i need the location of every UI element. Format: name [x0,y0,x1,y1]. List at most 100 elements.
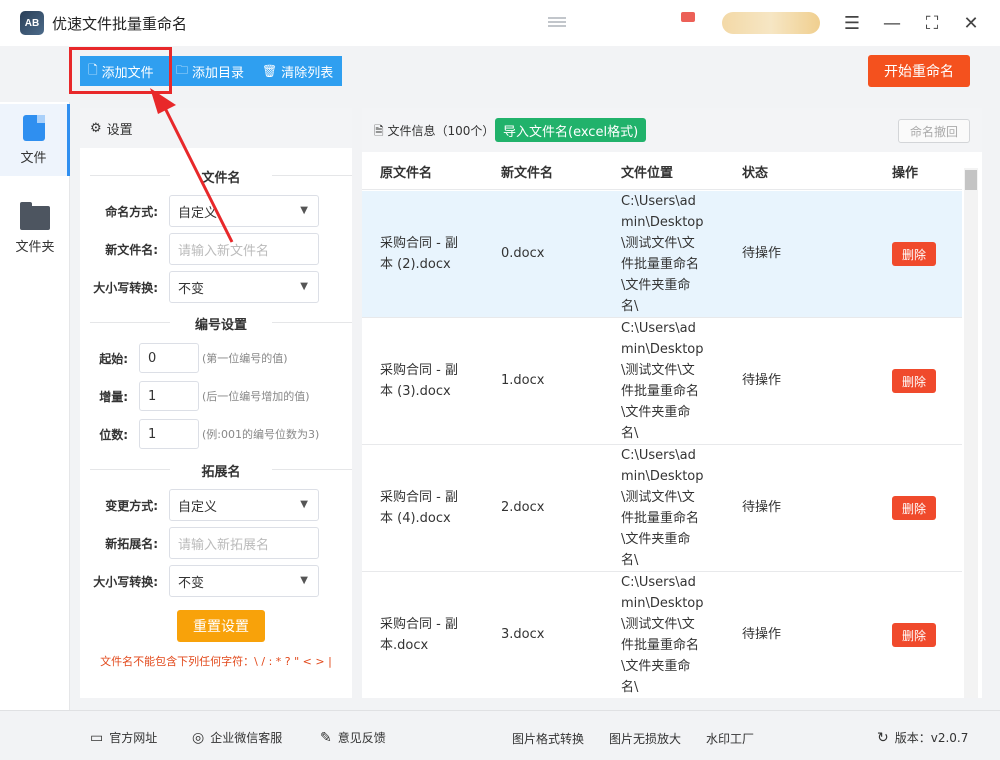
settings-title: 设置 [106,122,133,138]
naming-mode-value: 自定义 [178,205,218,221]
original-name-line: 采购合同 - 副 [380,490,458,505]
minimize-icon[interactable]: — [878,9,906,37]
original-name-line: 采购合同 - 副 [380,363,458,378]
feedback-link[interactable]: ✎ 意见反馈 [320,729,386,746]
watermark-link[interactable]: 水印工厂 [706,730,754,747]
original-name-cell: 采购合同 - 副 本 (2).docx [380,233,458,275]
numbering-section-title: 编号设置 [90,314,352,333]
location-cell: C:\Users\ad min\Desktop \测试文件\文 件批量重命名 \… [621,445,704,571]
step-number-input[interactable]: 1 [139,381,199,411]
chevron-down-icon: ▼ [300,575,308,586]
location-line: \文件夹重命 [621,405,691,420]
location-cell: C:\Users\ad min\Desktop \测试文件\文 件批量重命名 \… [621,318,704,444]
original-name-cell: 采购合同 - 副 本.docx [380,614,458,656]
filename-case-select[interactable]: 不变 ▼ [169,271,319,303]
location-line: C:\Users\ad [621,448,696,463]
left-nav: 文件 文件夹 [0,102,70,710]
settings-header: ⚙ 设置 [80,108,352,148]
ext-case-select[interactable]: 不变 ▼ [169,565,319,597]
version-info[interactable]: ↻ 版本：v2.0.7 [877,729,968,746]
fullscreen-icon[interactable]: ⛶ [918,9,946,37]
delete-button[interactable]: 删除 [892,623,936,647]
naming-mode-select[interactable]: 自定义 ▼ [169,195,319,227]
filename-section-title: 文件名 [90,167,352,186]
new-name-cell: 1.docx [501,373,545,388]
blurred-icon [548,17,566,29]
delete-button[interactable]: 删除 [892,496,936,520]
extension-section-title: 拓展名 [90,461,352,480]
location-line: 名\ [621,680,639,695]
scrollbar-thumb[interactable] [965,170,977,190]
feedback-icon: ✎ [320,729,332,746]
new-name-cell: 0.docx [501,246,545,261]
location-line: \文件夹重命 [621,278,691,293]
undo-rename-button[interactable]: 命名撤回 [898,119,970,143]
location-line: min\Desktop [621,215,704,230]
table-row[interactable]: 采购合同 - 副 本 (2).docx 0.docx C:\Users\ad m… [362,191,962,318]
nav-item-file[interactable]: 文件 [0,104,70,176]
import-excel-button[interactable]: 导入文件名(excel格式) [495,118,647,142]
delete-button[interactable]: 删除 [892,369,936,393]
ext-mode-value: 自定义 [178,499,218,515]
new-name-cell: 3.docx [501,627,545,642]
nav-item-folder[interactable]: 文件夹 [0,194,70,266]
status-cell: 待操作 [742,500,782,515]
ext-mode-select[interactable]: 自定义 ▼ [169,489,319,521]
folder-outline-icon: 🗀 [176,62,189,77]
location-line: \文件夹重命 [621,659,691,674]
new-filename-input[interactable]: 请输入新文件名 [169,233,319,265]
digits-number-input[interactable]: 1 [139,419,199,449]
new-filename-label: 新文件名: [105,243,158,257]
website-link[interactable]: ▭ 官方网址 [90,729,157,746]
ext-mode-label: 变更方式: [105,499,158,513]
file-list-panel: 🗎 文件信息（100个） 导入文件名(excel格式) 命名撤回 原文件名 新文… [362,108,982,698]
file-icon [22,114,45,141]
original-name-line: 本.docx [380,638,429,653]
nav-label: 文件 [20,150,47,166]
location-line: \测试文件\文 [621,236,695,251]
image-convert-link[interactable]: 图片格式转换 [512,730,584,747]
clear-list-button[interactable]: 🗑 清除列表 [254,56,342,86]
image-enlarge-link[interactable]: 图片无损放大 [609,730,681,747]
table-row[interactable]: 采购合同 - 副 本.docx 3.docx C:\Users\ad min\D… [362,572,962,699]
new-extension-input[interactable]: 请输入新拓展名 [169,527,319,559]
wechat-service-link[interactable]: ◎ 企业微信客服 [192,729,282,746]
location-cell: C:\Users\ad min\Desktop \测试文件\文 件批量重命名 \… [621,572,704,698]
location-cell: C:\Users\ad min\Desktop \测试文件\文 件批量重命名 \… [621,191,704,317]
location-line: 件批量重命名 [621,384,700,399]
add-directory-label: 添加目录 [192,65,245,81]
chat-icon: ◎ [192,729,205,746]
start-label: 起始: [99,352,128,366]
blurred-badge [681,12,695,22]
original-name-line: 本 (3).docx [380,384,451,399]
location-line: 件批量重命名 [621,638,700,653]
menu-icon[interactable]: ☰ [838,9,866,37]
original-name-line: 本 (2).docx [380,257,451,272]
start-number-input[interactable]: 0 [139,343,199,373]
close-icon[interactable]: ✕ [957,9,985,37]
app-title: 优速文件批量重命名 [52,15,188,33]
status-cell: 待操作 [742,246,782,261]
location-line: min\Desktop [621,469,704,484]
original-name-line: 采购合同 - 副 [380,617,458,632]
footer-bar: ▭ 官方网址 ◎ 企业微信客服 ✎ 意见反馈 图片格式转换 图片无损放大 水印工厂 ↻… [0,710,1000,760]
table-row[interactable]: 采购合同 - 副 本 (4).docx 2.docx C:\Users\ad m… [362,445,962,572]
location-line: \文件夹重命 [621,532,691,547]
document-icon: 🗎 [374,124,384,138]
website-icon: ▭ [90,729,104,746]
delete-button[interactable]: 删除 [892,242,936,266]
reset-settings-button[interactable]: 重置设置 [177,610,265,642]
location-line: min\Desktop [621,342,704,357]
status-cell: 待操作 [742,373,782,388]
add-directory-button[interactable]: 🗀 添加目录 [168,56,254,86]
blurred-banner[interactable] [722,12,820,34]
original-name-cell: 采购合同 - 副 本 (3).docx [380,360,458,402]
clear-list-label: 清除列表 [281,65,334,81]
start-rename-button[interactable]: 开始重命名 [868,55,970,87]
location-line: 件批量重命名 [621,257,700,272]
vertical-scrollbar[interactable] [964,168,978,698]
table-row[interactable]: 采购合同 - 副 本 (3).docx 1.docx C:\Users\ad m… [362,318,962,445]
column-original-name: 原文件名 [380,165,433,181]
highlight-annotation [69,47,172,94]
location-line: 名\ [621,299,639,314]
